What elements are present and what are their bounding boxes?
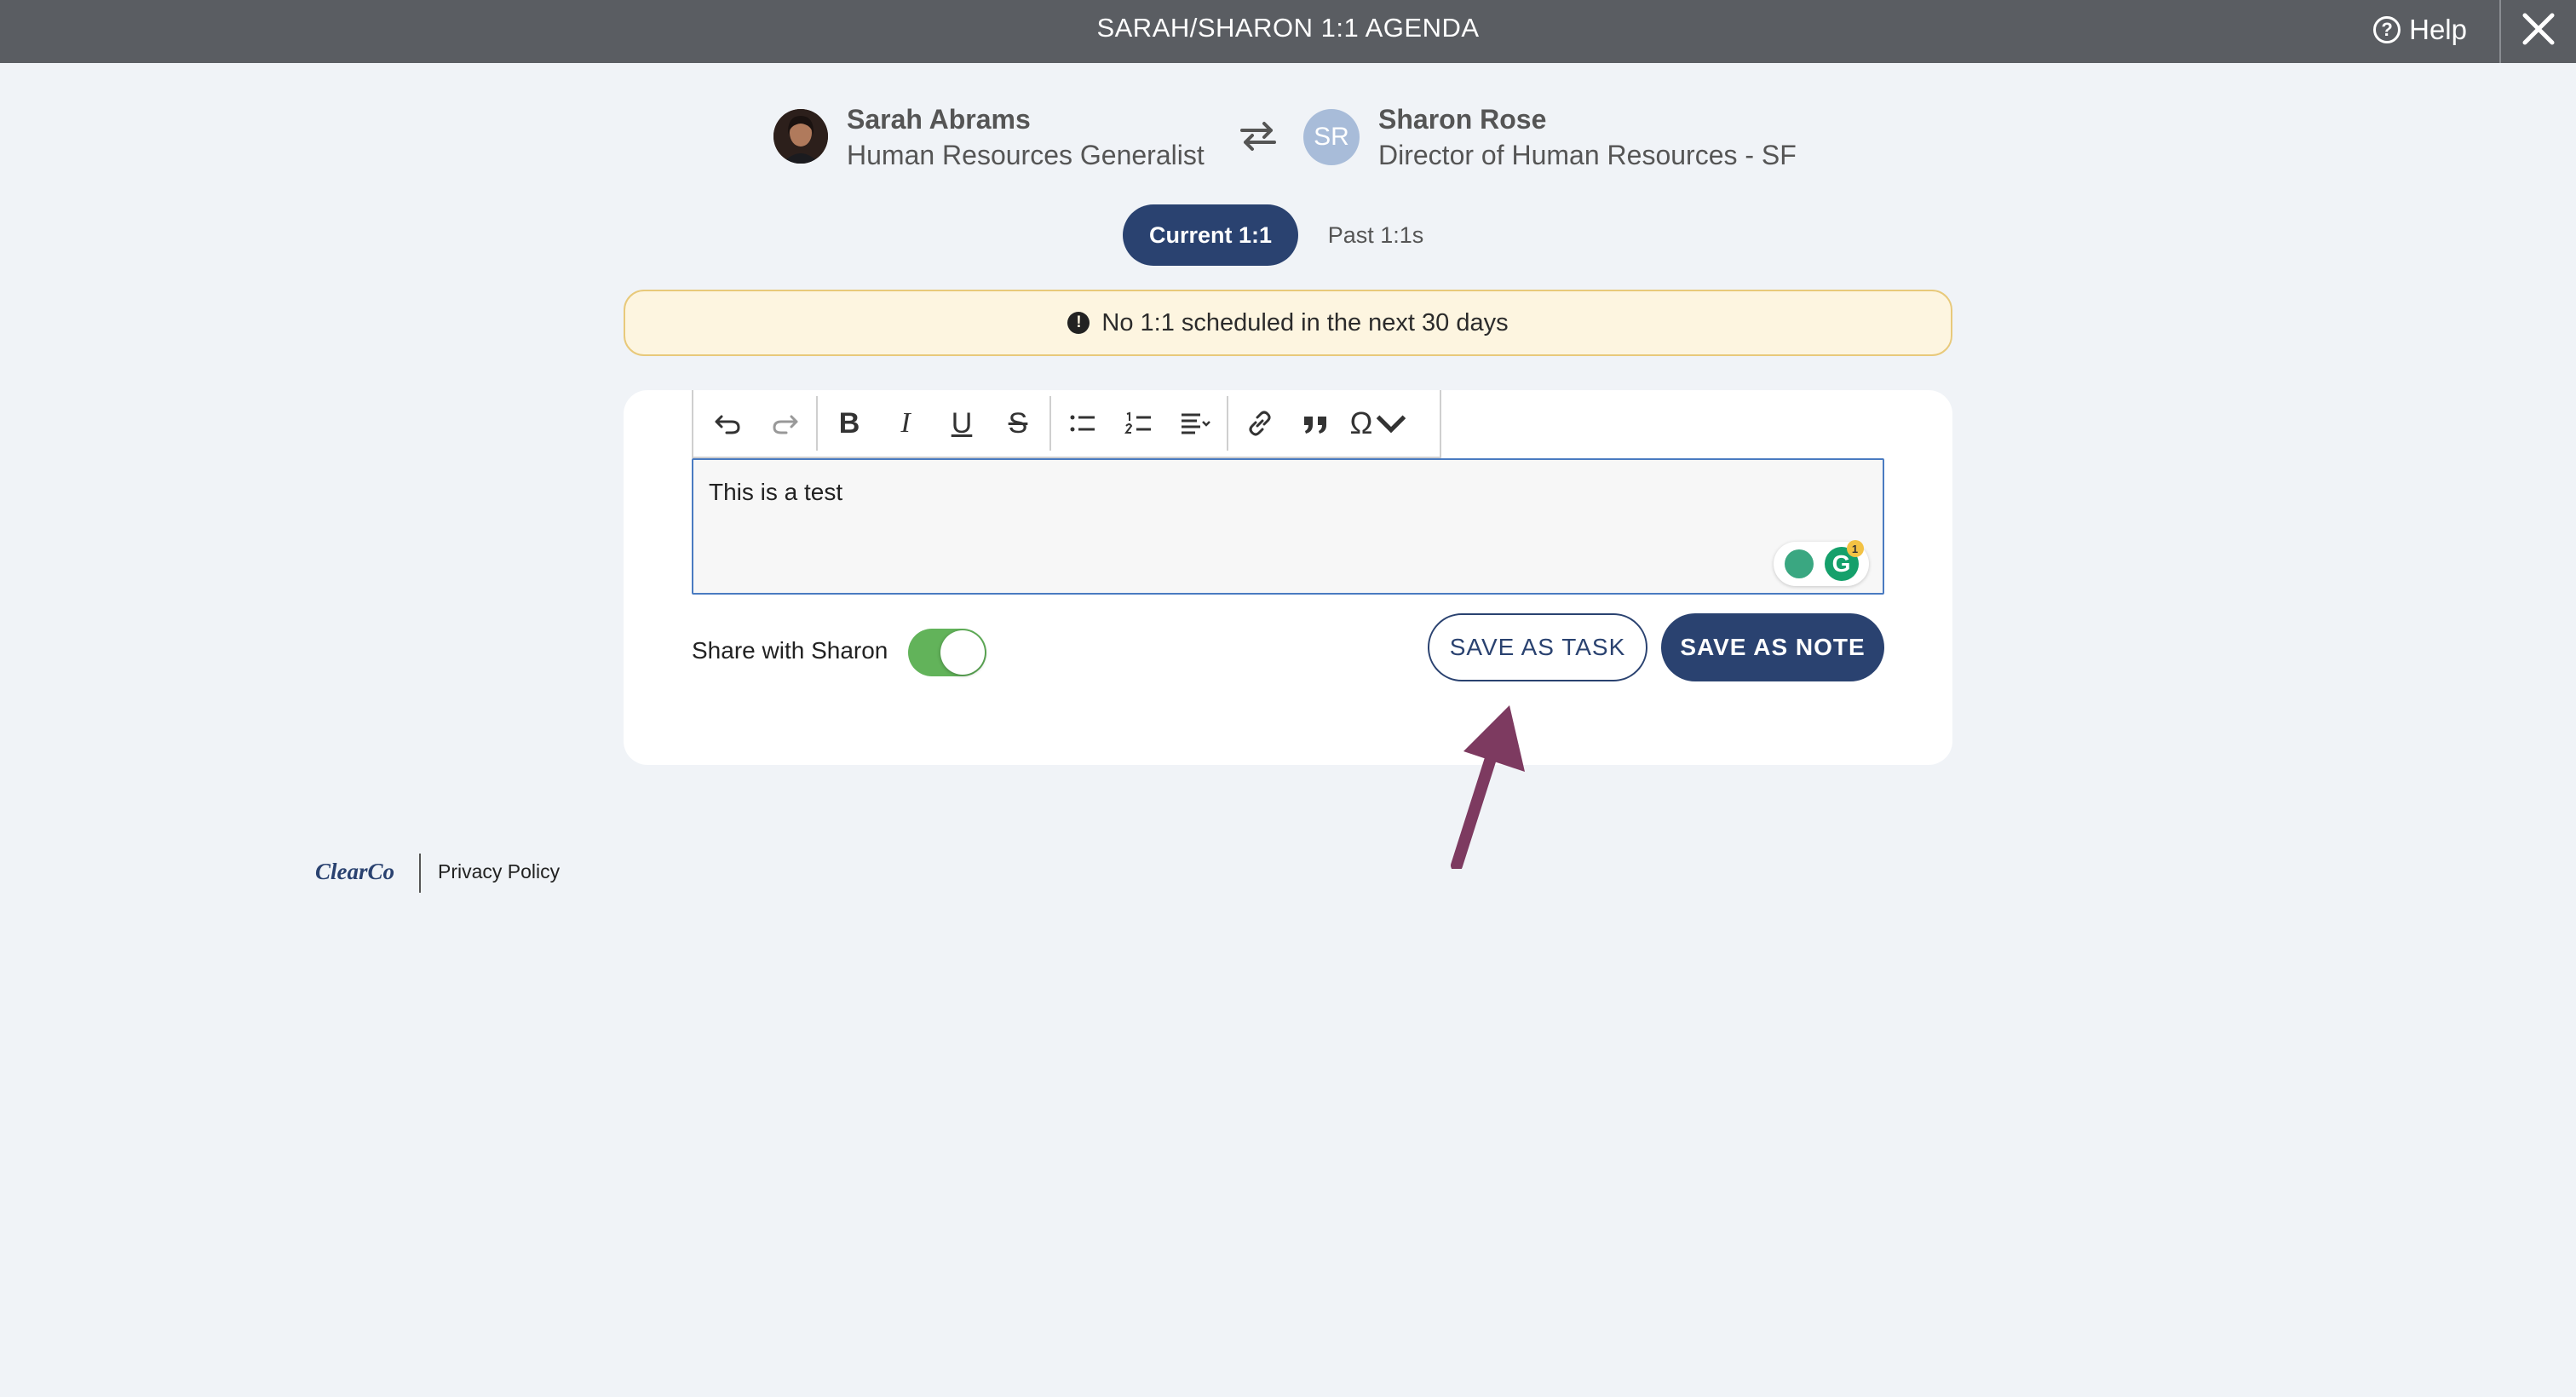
editor-toolbar: B I U S Ω: [692, 390, 1441, 458]
redo-button[interactable]: [756, 395, 813, 451]
redo-icon: [773, 415, 798, 434]
grammarly-badge: 1: [1846, 540, 1864, 557]
share-toggle[interactable]: [908, 629, 986, 676]
participant-right-name: Sharon Rose: [1378, 104, 1547, 135]
numbered-list-icon: [1124, 411, 1151, 434]
participant-right-role: Director of Human Resources - SF: [1378, 140, 1797, 170]
lightbulb-icon: [1784, 549, 1814, 578]
underline-button[interactable]: U: [934, 395, 990, 451]
avatar: [773, 109, 828, 164]
help-label: Help: [2409, 14, 2467, 45]
privacy-policy-link[interactable]: Privacy Policy: [438, 860, 560, 883]
tab-current-1on1[interactable]: Current 1:1: [1123, 204, 1298, 266]
exclamation-circle-icon: !: [1067, 312, 1090, 334]
swap-arrows-icon[interactable]: [1239, 119, 1278, 153]
save-as-task-button[interactable]: SAVE AS TASK: [1428, 613, 1647, 681]
agenda-card: B I U S Ω This is a test G 1 Share with …: [624, 390, 1952, 765]
bulleted-list-icon: [1070, 415, 1095, 432]
alert-text: No 1:1 scheduled in the next 30 days: [1101, 308, 1509, 336]
footer-divider: [419, 854, 421, 893]
annotation-arrow-icon: [1451, 705, 1525, 869]
share-label: Share with Sharon: [692, 637, 888, 664]
question-circle-icon: ?: [2373, 16, 2401, 43]
note-editor[interactable]: This is a test G 1: [692, 458, 1884, 595]
bulleted-list-button[interactable]: [1055, 395, 1111, 451]
align-icon: [1182, 413, 1210, 434]
app-root: SARAH/SHARON 1:1 AGENDA ? Help Sarah Abr…: [0, 0, 2576, 1397]
undo-button[interactable]: [700, 395, 756, 451]
top-bar: SARAH/SHARON 1:1 AGENDA ? Help: [0, 0, 2576, 63]
top-bar-divider: [2499, 0, 2501, 63]
close-button[interactable]: [2520, 10, 2557, 48]
link-button[interactable]: [1232, 395, 1288, 451]
avatar-initials: SR: [1303, 109, 1360, 165]
special-characters-dropdown[interactable]: Ω: [1344, 395, 1412, 451]
no-meeting-alert: ! No 1:1 scheduled in the next 30 days: [624, 290, 1952, 356]
toolbar-divider: [1227, 396, 1228, 451]
help-button[interactable]: ? Help: [2373, 0, 2467, 60]
underline-icon: U: [951, 406, 973, 440]
grammarly-icon: G 1: [1824, 540, 1864, 581]
blockquote-button[interactable]: [1288, 395, 1344, 451]
company-logo: ClearCo: [315, 859, 395, 884]
chevron-down-icon: [1377, 415, 1406, 434]
link-icon: [1249, 411, 1271, 436]
participants-header: Sarah Abrams Human Resources Generalist …: [0, 101, 2576, 177]
window-title: SARAH/SHARON 1:1 AGENDA: [1096, 13, 1480, 43]
bold-button[interactable]: B: [821, 395, 877, 451]
tab-past-1on1s[interactable]: Past 1:1s: [1312, 204, 1440, 266]
toolbar-divider: [1049, 396, 1051, 451]
italic-button[interactable]: I: [877, 395, 934, 451]
quote-icon: [1304, 417, 1326, 434]
toggle-knob: [940, 630, 985, 675]
toolbar-divider: [816, 396, 818, 451]
close-icon: [2522, 13, 2555, 45]
grammarly-widget[interactable]: G 1: [1774, 540, 1869, 586]
omega-icon: Ω: [1349, 405, 1373, 440]
align-dropdown[interactable]: [1167, 395, 1223, 451]
strikethrough-icon: S: [1008, 406, 1028, 440]
numbered-list-button[interactable]: [1111, 395, 1167, 451]
avatar-photo-icon: [773, 109, 828, 164]
undo-icon: [715, 415, 740, 434]
save-as-note-button[interactable]: SAVE AS NOTE: [1661, 613, 1884, 681]
editor-content: This is a test: [709, 479, 843, 505]
participant-left-name: Sarah Abrams: [847, 104, 1031, 135]
bold-icon: B: [838, 406, 860, 440]
strikethrough-button[interactable]: S: [990, 395, 1046, 451]
italic-icon: I: [900, 407, 911, 439]
participant-left-role: Human Resources Generalist: [847, 140, 1205, 170]
